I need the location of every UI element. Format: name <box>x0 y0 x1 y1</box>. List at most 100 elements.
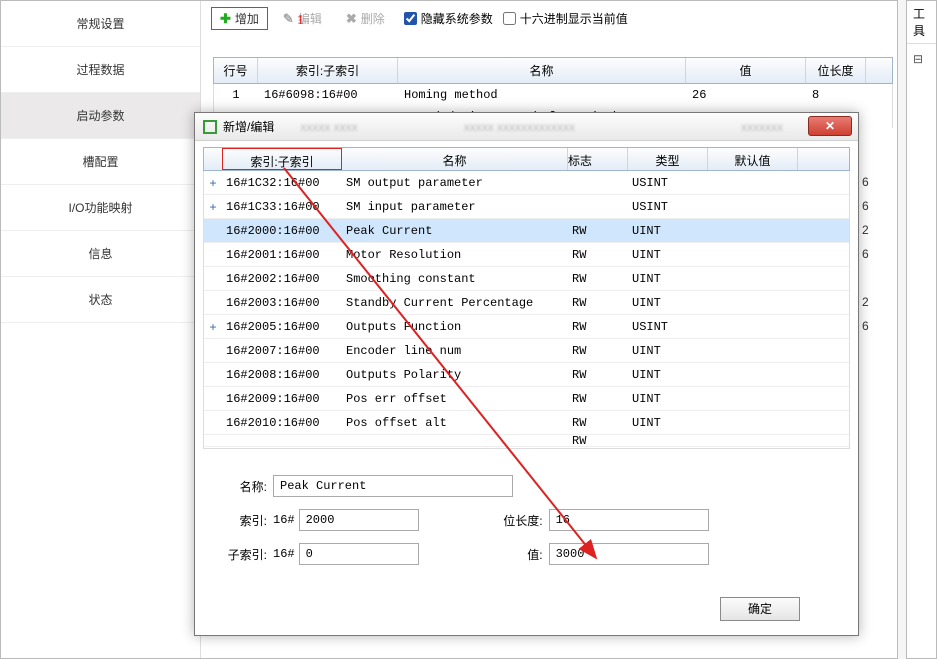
header-index[interactable]: 索引:子索引 <box>222 148 342 170</box>
cell-row: 1 <box>214 84 258 106</box>
bitlen-input[interactable] <box>549 509 709 531</box>
toolbar: ✚ 增加 ✎ 编辑 ✖ 删除 隐藏系统参数 十六进制显示当前值 <box>201 1 897 36</box>
list-item[interactable]: 16#2002:16#00Smoothing constantRWUINT <box>204 267 849 291</box>
subindex-input[interactable] <box>299 543 419 565</box>
cell-flag: RW <box>568 344 628 358</box>
cell-name: Peak Current <box>342 224 568 238</box>
value-input[interactable] <box>549 543 709 565</box>
obscured-bit: 6 <box>862 194 869 218</box>
header-type[interactable]: 类型 <box>628 148 708 170</box>
cell-name: SM output parameter <box>342 176 568 190</box>
col-bitlen[interactable]: 位长度 <box>806 58 866 83</box>
cell-type: USINT <box>628 176 708 190</box>
ok-button[interactable]: 确定 <box>720 597 800 621</box>
hide-system-checkbox[interactable]: 隐藏系统参数 <box>404 10 493 27</box>
cell-type: USINT <box>628 200 708 214</box>
tab-slot-config[interactable]: 槽配置 <box>1 139 200 185</box>
tab-status[interactable]: 状态 <box>1 277 200 323</box>
list-item[interactable]: 16#2010:16#00Pos offset altRWUINT <box>204 411 849 435</box>
obscured-bit: 6 <box>862 314 869 338</box>
col-value[interactable]: 值 <box>686 58 806 83</box>
delete-button[interactable]: ✖ 删除 <box>337 7 394 30</box>
cell-flag: RW <box>568 392 628 406</box>
close-button[interactable]: ✕ <box>808 116 852 136</box>
cell-type: UINT <box>628 344 708 358</box>
cell-bit: 8 <box>806 84 866 106</box>
cell-flag: RW <box>568 368 628 382</box>
index-input[interactable] <box>299 509 419 531</box>
col-row[interactable]: 行号 <box>214 58 258 83</box>
subindex-label: 子索引: <box>203 546 273 563</box>
expand-icon[interactable]: + <box>204 320 222 334</box>
right-panel: 工具 ⊟ <box>906 0 937 659</box>
cell-flag: RW <box>568 416 628 430</box>
obscured-bit: 6 <box>862 170 869 194</box>
cell-name: Outputs Function <box>342 320 568 334</box>
cell-idx: 16#1C32:16#00 <box>222 176 342 190</box>
cell-flag: RW <box>568 224 628 238</box>
list-item[interactable]: 16#2008:16#00Outputs PolarityRWUINT <box>204 363 849 387</box>
list-item[interactable]: +16#1C32:16#00SM output parameter USINT <box>204 171 849 195</box>
tab-process-data[interactable]: 过程数据 <box>1 47 200 93</box>
hex-input[interactable] <box>503 12 516 25</box>
list-item[interactable]: 16#2009:16#00Pos err offsetRWUINT <box>204 387 849 411</box>
col-name[interactable]: 名称 <box>398 58 686 83</box>
add-button[interactable]: ✚ 增加 <box>211 7 268 30</box>
bitlen-label: 位长度: <box>479 512 549 529</box>
hide-system-input[interactable] <box>404 12 417 25</box>
col-index[interactable]: 索引:子索引 <box>258 58 398 83</box>
blurred-text: xxxxx xxxx <box>280 120 357 134</box>
list-item[interactable]: +16#2005:16#00Outputs FunctionRWUSINT <box>204 315 849 339</box>
list-item[interactable]: +16#1C33:16#00SM input parameterUSINT <box>204 195 849 219</box>
list-item[interactable]: 16#2003:16#00Standby Current PercentageR… <box>204 291 849 315</box>
subindex-prefix: 16# <box>273 547 299 561</box>
cell-idx: 16#2005:16#00 <box>222 320 342 334</box>
cell-val: 26 <box>686 84 806 106</box>
cell-idx: 16#1C33:16#00 <box>222 200 342 214</box>
cell-name: Motor Resolution <box>342 248 568 262</box>
cell-idx: 16#6098:16#00 <box>258 84 398 106</box>
tab-startup-params[interactable]: 启动参数 <box>1 93 200 139</box>
name-input[interactable] <box>273 475 513 497</box>
cell-idx: 16#2000:16#00 <box>222 224 342 238</box>
cell-name: Pos err offset <box>342 392 568 406</box>
table-row[interactable]: 1 16#6098:16#00 Homing method 26 8 <box>213 84 893 106</box>
obscured-bit-column: 6 6 2 6 2 6 <box>862 170 869 338</box>
cell-type: USINT <box>628 320 708 334</box>
list-item[interactable]: 16#2001:16#00Motor ResolutionRWUINT <box>204 243 849 267</box>
cell-name: Encoder line num <box>342 344 568 358</box>
header-default[interactable]: 默认值 <box>708 148 798 170</box>
name-label: 名称: <box>203 478 273 495</box>
obscured-bit: 2 <box>862 290 869 314</box>
cell-idx: 16#2001:16#00 <box>222 248 342 262</box>
hex-checkbox[interactable]: 十六进制显示当前值 <box>503 10 628 27</box>
cell-idx: 16#2007:16#00 <box>222 344 342 358</box>
dialog-titlebar[interactable]: 新增/编辑 xxxxx xxxx xxxxx xxxxxxxxxxxxx xxx… <box>195 113 858 141</box>
dialog-body: 索引:子索引 名称 标志 类型 默认值 +16#1C32:16#00SM out… <box>203 147 850 627</box>
dialog-table-list[interactable]: +16#1C32:16#00SM output parameterUSINT+1… <box>203 171 850 449</box>
cell-name: Outputs Polarity <box>342 368 568 382</box>
expand-icon[interactable]: + <box>204 200 222 214</box>
dialog-table-header: 索引:子索引 名称 标志 类型 默认值 <box>203 147 850 171</box>
cell-type: UINT <box>628 296 708 310</box>
x-icon: ✖ <box>346 11 357 27</box>
expand-icon[interactable]: + <box>204 176 222 190</box>
tree-collapse-icon[interactable]: ⊟ <box>913 52 930 66</box>
cell-flag: RW <box>568 296 628 310</box>
index-prefix: 16# <box>273 513 299 527</box>
header-flag[interactable]: 标志 <box>568 148 628 170</box>
list-item[interactable]: 16#2007:16#00Encoder line numRWUINT <box>204 339 849 363</box>
list-item[interactable]: 16#2000:16#00Peak CurrentRWUINT <box>204 219 849 243</box>
cell-flag: RW <box>568 272 628 286</box>
index-label: 索引: <box>203 512 273 529</box>
hex-label: 十六进制显示当前值 <box>520 10 628 27</box>
tab-io-mapping[interactable]: I/O功能映射 <box>1 185 200 231</box>
cell-type: UINT <box>628 248 708 262</box>
header-name[interactable]: 名称 <box>342 148 568 170</box>
tab-info[interactable]: 信息 <box>1 231 200 277</box>
cell-name: Standby Current Percentage <box>342 296 568 310</box>
obscured-bit: 2 <box>862 218 869 242</box>
cell-name: Pos offset alt <box>342 416 568 430</box>
tab-general[interactable]: 常规设置 <box>1 1 200 47</box>
cell-type: UINT <box>628 368 708 382</box>
